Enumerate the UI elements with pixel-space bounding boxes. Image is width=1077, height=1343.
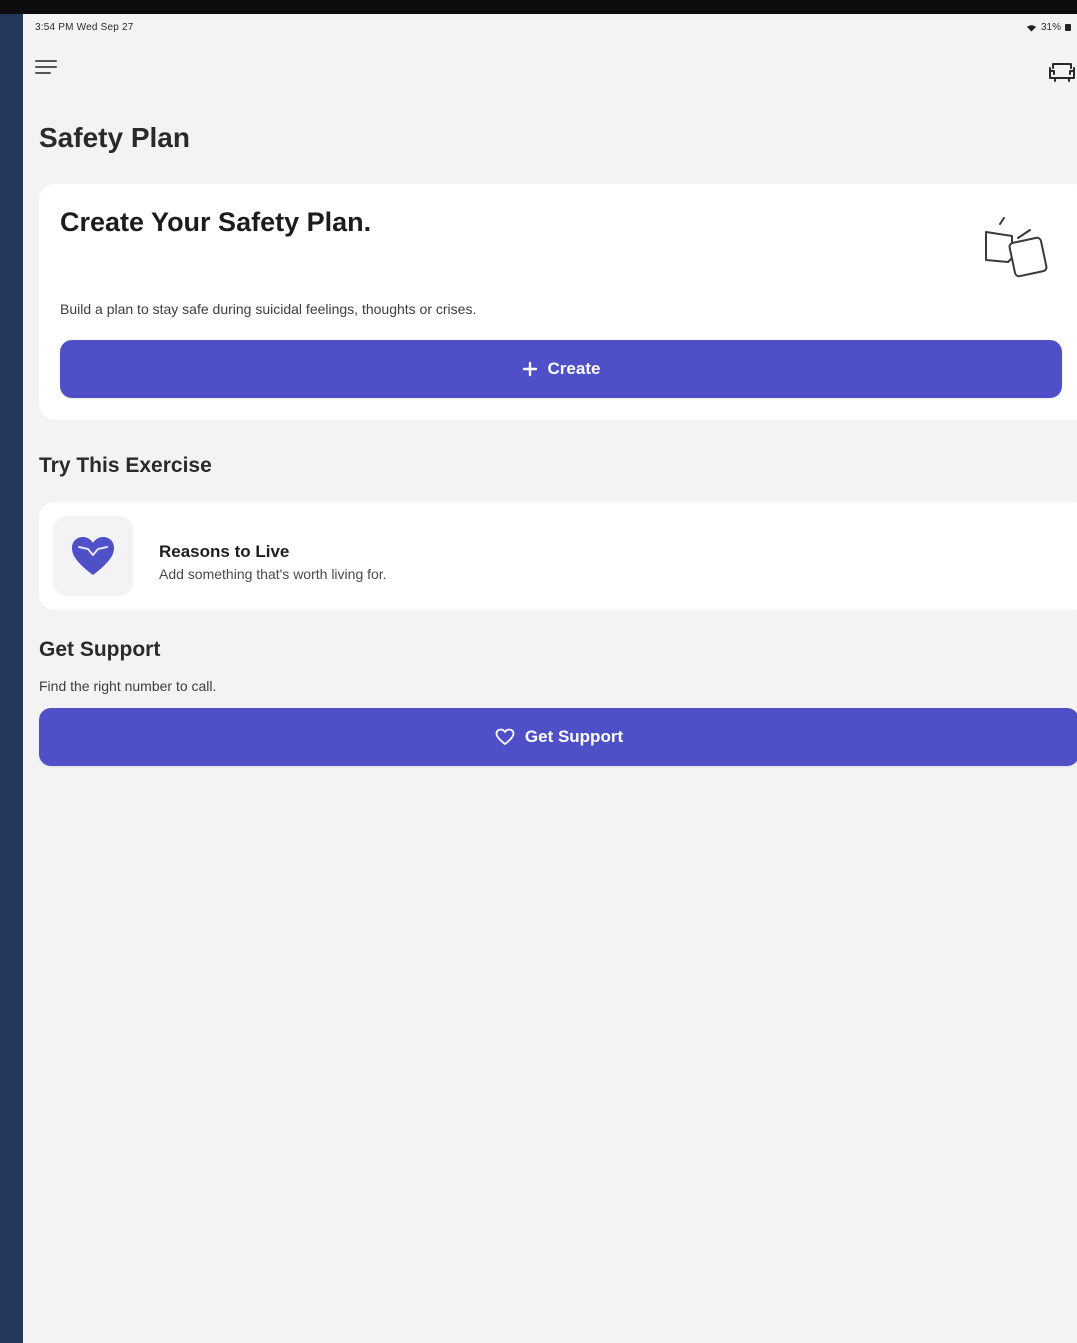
exercise-section-heading: Try This Exercise xyxy=(39,454,212,477)
menu-button[interactable] xyxy=(35,60,59,82)
sofa-icon xyxy=(1049,63,1075,82)
top-right-button[interactable] xyxy=(1047,58,1077,84)
create-card-title: Create Your Safety Plan. xyxy=(60,207,372,237)
device-bezel xyxy=(0,0,1077,14)
status-bar: 3:54 PM Wed Sep 27 31% xyxy=(23,14,1077,42)
exercise-icon-container xyxy=(53,516,133,596)
hamburger-menu-line xyxy=(35,72,51,74)
hamburger-menu-line xyxy=(35,66,57,68)
device-frame: 3:54 PM Wed Sep 27 31% Safety Plan Creat… xyxy=(0,0,1077,1343)
create-button-label: Create xyxy=(547,359,601,378)
hamburger-menu-icon xyxy=(35,60,57,62)
heart-icon xyxy=(72,537,114,575)
status-right-group: 31% xyxy=(1026,22,1071,33)
exercise-subtitle: Add something that's worth living for. xyxy=(159,566,387,582)
status-time-date: 3:54 PM Wed Sep 27 xyxy=(35,22,134,33)
cards-icon xyxy=(974,214,1064,286)
heart-outline-icon xyxy=(495,728,515,745)
get-support-button-label: Get Support xyxy=(524,727,624,746)
support-description: Find the right number to call. xyxy=(39,678,217,694)
plus-icon xyxy=(522,361,537,377)
create-button[interactable]: Create xyxy=(60,340,1062,398)
wifi-icon xyxy=(1026,24,1036,31)
create-card-description: Build a plan to stay safe during suicida… xyxy=(60,301,477,317)
battery-percentage: 31% xyxy=(1040,22,1061,33)
get-support-button[interactable]: Get Support xyxy=(39,708,1077,766)
create-plan-card: Create Your Safety Plan. Build a plan to… xyxy=(39,184,1077,420)
support-section-heading: Get Support xyxy=(39,638,161,661)
page-title: Safety Plan xyxy=(39,122,190,153)
exercise-list-item[interactable]: Reasons to Live Add something that's wor… xyxy=(39,502,1077,610)
battery-icon xyxy=(1065,24,1071,31)
exercise-title: Reasons to Live xyxy=(159,542,290,561)
app-screen: 3:54 PM Wed Sep 27 31% Safety Plan Creat… xyxy=(23,14,1077,1343)
